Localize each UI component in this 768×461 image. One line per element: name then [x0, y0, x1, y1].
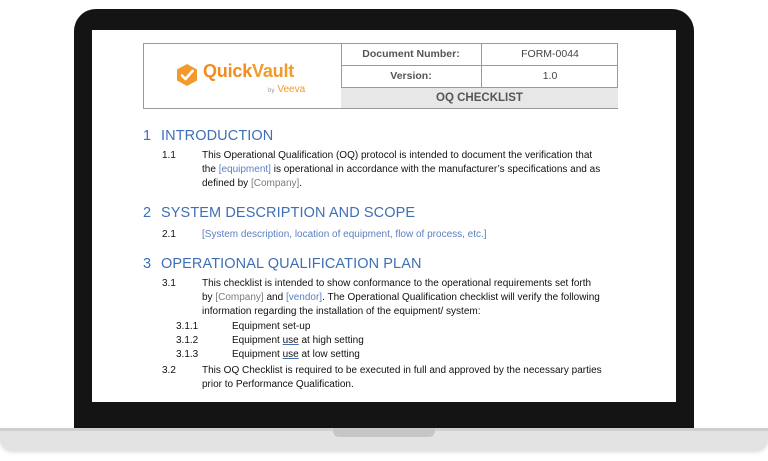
- section-title: SYSTEM DESCRIPTION AND SCOPE: [161, 205, 416, 221]
- brand-name: QuickVault: [203, 61, 294, 82]
- version-value: 1.0: [482, 66, 618, 88]
- text-run: Equipment set-up: [232, 321, 311, 332]
- brand-partner: Veeva: [277, 84, 306, 95]
- section-heading-system-description: 2 SYSTEM DESCRIPTION AND SCOPE: [143, 205, 415, 221]
- quickvault-logo-icon: [177, 64, 197, 86]
- text-line: defined by [Company].: [202, 177, 672, 191]
- placeholder-company: [Company]: [250, 178, 300, 189]
- text-run: the: [202, 164, 219, 175]
- underlined-word: use: [282, 349, 299, 360]
- subitem-number: 3.1.1: [176, 321, 199, 332]
- brand-by: by: [268, 88, 275, 94]
- placeholder-equipment: [equipment]: [218, 164, 271, 175]
- section-heading-introduction: 1 INTRODUCTION: [143, 128, 273, 144]
- document-title: OQ CHECKLIST: [341, 88, 618, 108]
- section-number: 2: [143, 205, 152, 221]
- section-title: INTRODUCTION: [161, 128, 274, 144]
- brand-by-line: by Veeva: [268, 84, 305, 95]
- text-line: prior to Performance Qualification.: [202, 379, 354, 390]
- laptop-base: [0, 428, 768, 450]
- text-run: Equipment: [232, 349, 283, 360]
- section-heading-oq-plan: 3 OPERATIONAL QUALIFICATION PLAN: [143, 256, 422, 272]
- item-number: 1.1: [162, 150, 176, 161]
- subitem-text: Equipment use at low setting: [232, 348, 360, 362]
- subitem-number: 3.1.2: [176, 335, 199, 346]
- text-run: at high setting: [298, 335, 364, 346]
- section-number: 3: [143, 256, 152, 272]
- placeholder-vendor: [vendor]: [285, 292, 323, 303]
- text-run: and: [263, 292, 286, 303]
- placeholder-company: [Company]: [215, 292, 264, 303]
- underlined-word: use: [282, 335, 299, 346]
- text-line: This OQ Checklist is required to be exec…: [202, 365, 602, 376]
- text-run: by: [202, 292, 216, 303]
- doc-number-value: FORM-0044: [482, 44, 618, 66]
- document-header-table: QuickVault by Veeva Document Number: FORM…: [143, 43, 618, 109]
- logo-cell: QuickVault by Veeva: [144, 44, 342, 108]
- text-line: This Operational Qualification (OQ) prot…: [202, 150, 593, 161]
- text-line: information regarding the installation o…: [202, 306, 481, 317]
- placeholder-system-description: [System description, location of equipme…: [202, 229, 487, 240]
- subitem-number: 3.1.3: [176, 349, 199, 360]
- text-run: defined by: [202, 178, 251, 189]
- paragraph-3-1: This checklist is intended to show confo…: [202, 277, 672, 319]
- text-run: Equipment: [232, 335, 283, 346]
- paragraph-3-2: This OQ Checklist is required to be exec…: [202, 364, 672, 392]
- laptop-notch: [333, 428, 435, 437]
- text-line: This checklist is intended to show confo…: [202, 278, 592, 289]
- text-line: the [equipment] is operational in accord…: [202, 163, 672, 177]
- section-title: OPERATIONAL QUALIFICATION PLAN: [161, 256, 422, 272]
- version-label: Version:: [341, 66, 482, 88]
- subitem-text: Equipment use at high setting: [232, 334, 364, 348]
- brand-name-part2: Vault: [252, 61, 295, 81]
- item-number: 3.1: [162, 278, 176, 289]
- text-run: .: [299, 178, 303, 189]
- text-line: by [Company] and [vendor]. The Operation…: [202, 291, 672, 305]
- text-run: at low setting: [298, 349, 360, 360]
- text-run: . The Operational Qualification checklis…: [322, 292, 600, 303]
- brand-name-part1: Quick: [203, 61, 253, 81]
- text-run: is operational in accordance with the ma…: [270, 164, 601, 175]
- document-page: QuickVault by Veeva Document Number: FORM…: [92, 30, 676, 402]
- paragraph-1-1: This Operational Qualification (OQ) prot…: [202, 149, 672, 191]
- section-number: 1: [143, 128, 152, 144]
- item-number: 2.1: [162, 229, 176, 240]
- subitem-text: Equipment set-up: [232, 320, 310, 334]
- item-number: 3.2: [162, 365, 176, 376]
- doc-number-label: Document Number:: [341, 44, 482, 66]
